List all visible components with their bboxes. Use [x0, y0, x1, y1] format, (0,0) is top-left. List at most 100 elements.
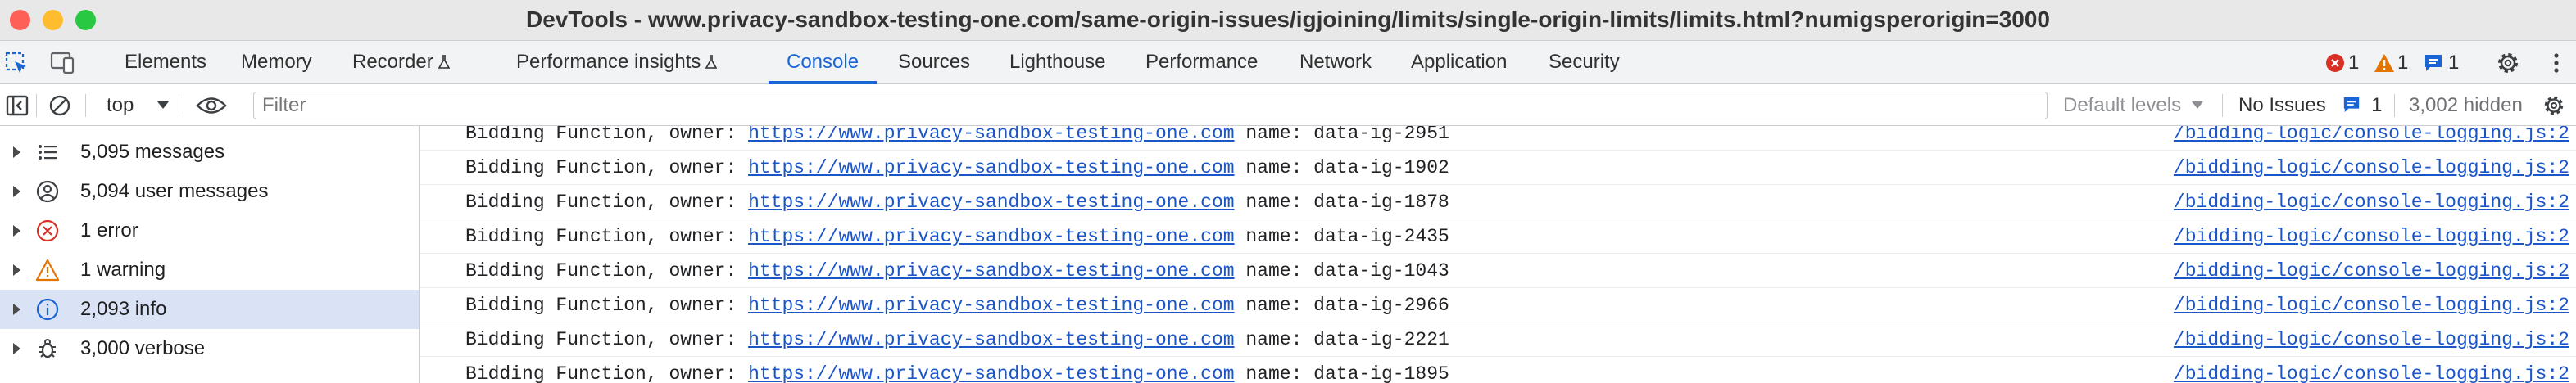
- sidebar-item-info[interactable]: 2,093 info: [0, 290, 419, 329]
- clear-console-icon[interactable]: [46, 84, 74, 126]
- expand-arrow-icon[interactable]: [13, 264, 20, 276]
- sidebar-item-label: 3,000 verbose: [80, 337, 206, 359]
- message-count[interactable]: 1: [2448, 41, 2459, 84]
- filter-input[interactable]: [253, 92, 2048, 119]
- expand-arrow-icon[interactable]: [13, 225, 20, 237]
- tab-performance[interactable]: Performance: [1145, 41, 1258, 84]
- tab-network[interactable]: Network: [1299, 41, 1372, 84]
- sidebar-item-messages[interactable]: 5,095 messages: [0, 133, 419, 172]
- console-message-row: Bidding Function, owner: https://www.pri…: [420, 322, 2576, 357]
- owner-link[interactable]: https://www.privacy-sandbox-testing-one.…: [748, 260, 1235, 282]
- sidebar-item-label: 2,093 info: [80, 298, 167, 320]
- hidden-messages-count: 3,002 hidden: [2409, 94, 2523, 116]
- source-link[interactable]: /bidding-logic/console-logging.js:2: [2174, 254, 2569, 288]
- sidebar-item-verbose[interactable]: 3,000 verbose: [0, 329, 419, 368]
- default-levels-dropdown[interactable]: Default levels: [2063, 84, 2203, 126]
- tab-security[interactable]: Security: [1549, 41, 1620, 84]
- owner-link[interactable]: https://www.privacy-sandbox-testing-one.…: [748, 295, 1235, 316]
- message-count-icon[interactable]: [2422, 41, 2445, 84]
- sidebar-item-errors[interactable]: 1 error: [0, 211, 419, 250]
- more-options-icon[interactable]: [2547, 41, 2566, 84]
- list-icon: [39, 145, 57, 160]
- expand-arrow-icon[interactable]: [13, 146, 20, 158]
- live-expression-eye-icon[interactable]: [193, 84, 229, 126]
- ig-name: name: data-ig-2951: [1234, 126, 1449, 144]
- tab-elements[interactable]: Elements: [125, 41, 206, 84]
- console-message-row: Bidding Function, owner: https://www.pri…: [420, 126, 2576, 151]
- console-message-row: Bidding Function, owner: https://www.pri…: [420, 185, 2576, 219]
- flask-icon: [705, 55, 718, 69]
- sidebar-toggle-icon[interactable]: [3, 84, 31, 126]
- tab-recorder[interactable]: Recorder: [352, 41, 450, 84]
- issues-button[interactable]: No Issues 1: [2238, 84, 2382, 126]
- tab-memory[interactable]: Memory: [241, 41, 312, 84]
- source-link[interactable]: /bidding-logic/console-logging.js:2: [2174, 357, 2569, 383]
- error-count[interactable]: 1: [2348, 41, 2359, 84]
- source-link[interactable]: /bidding-logic/console-logging.js:2: [2174, 288, 2569, 322]
- tab-performance-insights[interactable]: Performance insights: [516, 41, 718, 84]
- warning-count-icon[interactable]: [2373, 41, 2396, 84]
- sidebar-item-label: 1 error: [80, 219, 138, 241]
- expand-arrow-icon[interactable]: [13, 304, 20, 315]
- sidebar-item-user-messages[interactable]: 5,094 user messages: [0, 172, 419, 211]
- console-settings-gear-icon[interactable]: [2540, 84, 2568, 126]
- dropdown-arrow-icon: [157, 101, 170, 109]
- console-message-row: Bidding Function, owner: https://www.pri…: [420, 219, 2576, 254]
- ig-name: name: data-ig-1895: [1234, 363, 1449, 383]
- settings-gear-icon[interactable]: [2494, 41, 2522, 84]
- message-text: Bidding Function, owner: https://www.pri…: [465, 126, 1449, 151]
- expand-arrow-icon[interactable]: [13, 186, 20, 197]
- message-text: Bidding Function, owner: https://www.pri…: [465, 151, 1449, 185]
- sidebar-item-warnings[interactable]: 1 warning: [0, 250, 419, 290]
- message-prefix: Bidding Function, owner:: [465, 226, 749, 247]
- error-icon: [36, 219, 59, 242]
- window-title: DevTools - www.privacy-sandbox-testing-o…: [526, 7, 2050, 32]
- tab-performance-insights-label: Performance insights: [516, 51, 701, 73]
- tab-sources[interactable]: Sources: [898, 41, 970, 84]
- tab-console[interactable]: Console: [768, 41, 878, 84]
- device-toolbar-icon[interactable]: [46, 41, 79, 84]
- inspect-element-icon[interactable]: [2, 41, 31, 84]
- message-text: Bidding Function, owner: https://www.pri…: [465, 254, 1449, 288]
- context-selector[interactable]: top: [107, 84, 170, 126]
- source-link[interactable]: /bidding-logic/console-logging.js:2: [2174, 151, 2569, 185]
- issues-message-icon: [2344, 97, 2360, 113]
- console-message-row: Bidding Function, owner: https://www.pri…: [420, 151, 2576, 185]
- ig-name: name: data-ig-2966: [1234, 295, 1449, 316]
- message-prefix: Bidding Function, owner:: [465, 329, 749, 350]
- expand-arrow-icon[interactable]: [13, 343, 20, 354]
- divider: [2222, 94, 2223, 117]
- info-icon: [36, 298, 59, 321]
- context-label: top: [107, 94, 134, 116]
- owner-link[interactable]: https://www.privacy-sandbox-testing-one.…: [748, 226, 1235, 247]
- source-link[interactable]: /bidding-logic/console-logging.js:2: [2174, 219, 2569, 254]
- ig-name: name: data-ig-2221: [1234, 329, 1449, 350]
- console-sidebar: 5,095 messages 5,094 user messages 1 err…: [0, 126, 420, 383]
- ig-name: name: data-ig-1902: [1234, 157, 1449, 178]
- warning-count[interactable]: 1: [2397, 41, 2408, 84]
- source-link[interactable]: /bidding-logic/console-logging.js:2: [2174, 126, 2569, 151]
- owner-link[interactable]: https://www.privacy-sandbox-testing-one.…: [748, 126, 1235, 144]
- warning-icon: [36, 259, 59, 282]
- error-count-icon[interactable]: [2324, 41, 2347, 84]
- message-text: Bidding Function, owner: https://www.pri…: [465, 322, 1449, 357]
- message-prefix: Bidding Function, owner:: [465, 363, 749, 383]
- owner-link[interactable]: https://www.privacy-sandbox-testing-one.…: [748, 329, 1235, 350]
- message-text: Bidding Function, owner: https://www.pri…: [465, 219, 1449, 254]
- console-message-row: Bidding Function, owner: https://www.pri…: [420, 357, 2576, 383]
- tab-application[interactable]: Application: [1411, 41, 1507, 84]
- owner-link[interactable]: https://www.privacy-sandbox-testing-one.…: [748, 363, 1235, 383]
- divider: [85, 94, 86, 117]
- owner-link[interactable]: https://www.privacy-sandbox-testing-one.…: [748, 192, 1235, 213]
- window-titlebar: DevTools - www.privacy-sandbox-testing-o…: [0, 0, 2576, 41]
- message-prefix: Bidding Function, owner:: [465, 157, 749, 178]
- source-link[interactable]: /bidding-logic/console-logging.js:2: [2174, 185, 2569, 219]
- console-message-row: Bidding Function, owner: https://www.pri…: [420, 254, 2576, 288]
- sidebar-item-label: 1 warning: [80, 259, 166, 281]
- source-link[interactable]: /bidding-logic/console-logging.js:2: [2174, 322, 2569, 357]
- message-prefix: Bidding Function, owner:: [465, 126, 749, 144]
- divider: [2394, 94, 2395, 117]
- console-message-row: Bidding Function, owner: https://www.pri…: [420, 288, 2576, 322]
- tab-lighthouse[interactable]: Lighthouse: [1009, 41, 1105, 84]
- owner-link[interactable]: https://www.privacy-sandbox-testing-one.…: [748, 157, 1235, 178]
